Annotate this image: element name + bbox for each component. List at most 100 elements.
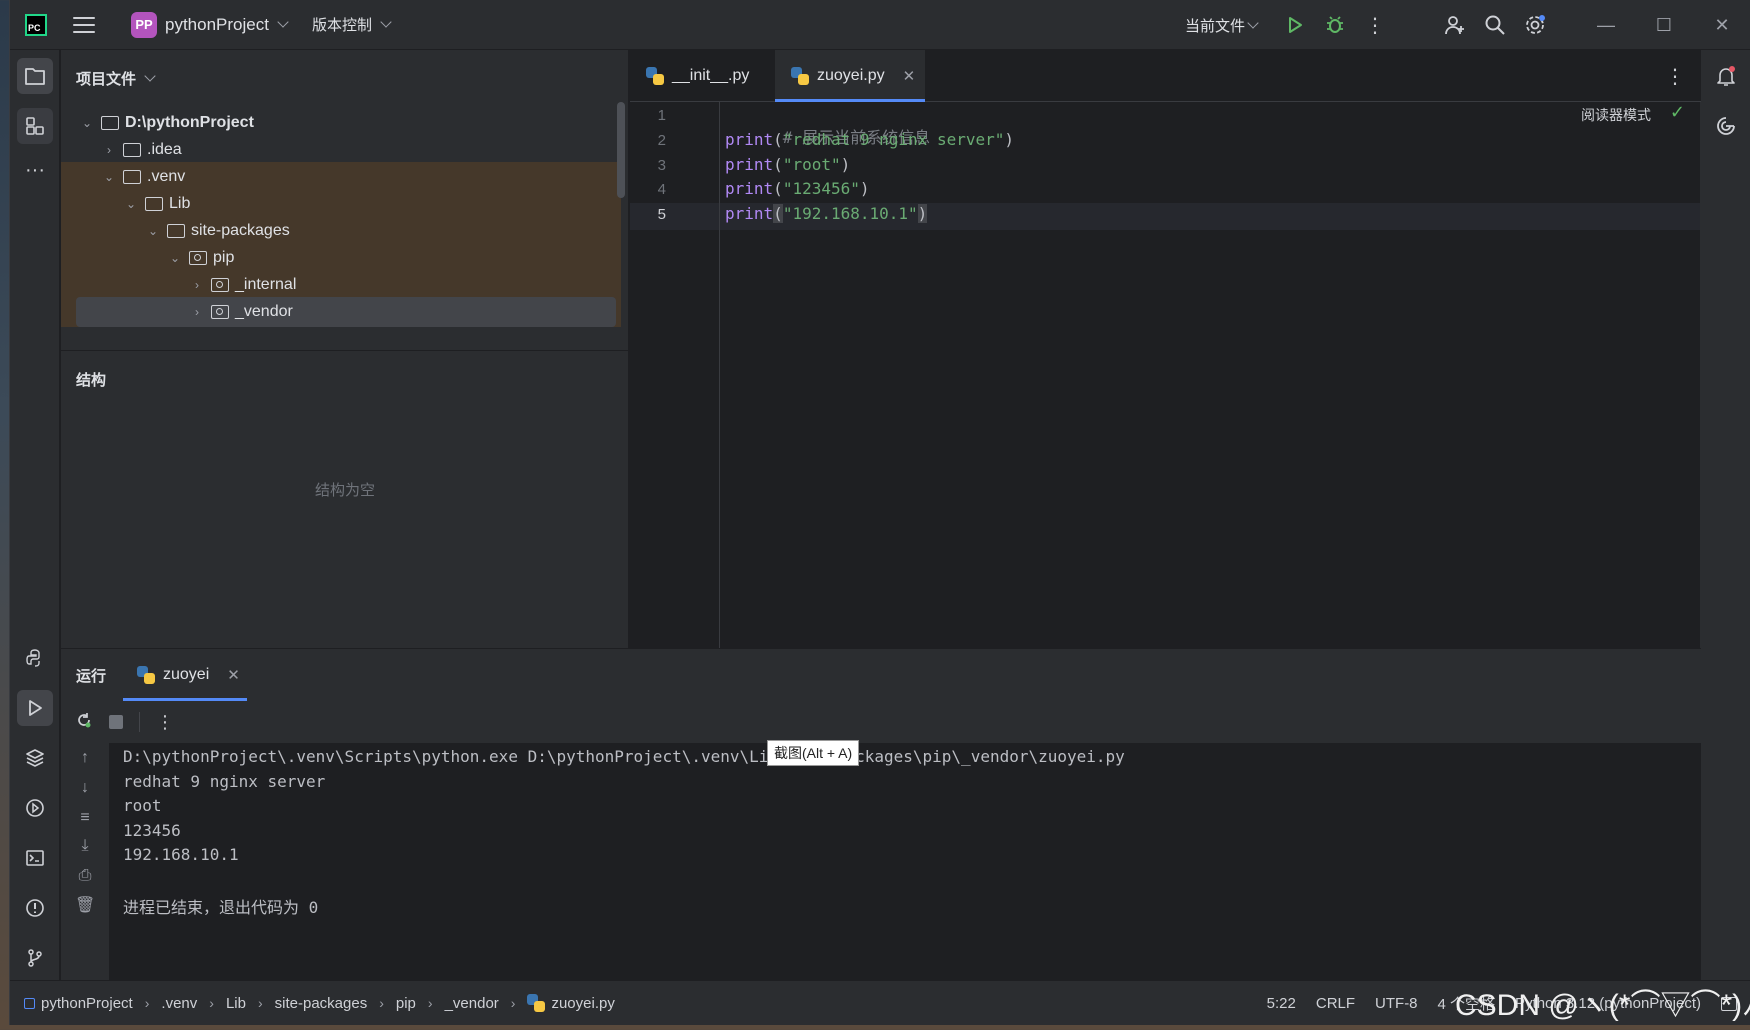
code-line[interactable]: print("root") bbox=[725, 155, 850, 174]
run-icon[interactable] bbox=[1275, 5, 1315, 45]
code-string: "123456" bbox=[782, 179, 860, 198]
chevron-down-icon[interactable]: ⌄ bbox=[101, 170, 117, 184]
breadcrumb-item[interactable]: zuoyei.py bbox=[551, 995, 614, 1012]
editor-scrollbar[interactable] bbox=[1700, 102, 1701, 648]
line-ending[interactable]: CRLF bbox=[1316, 995, 1355, 1012]
structure-panel: 结构 结构为空 bbox=[61, 350, 629, 648]
chevron-right-icon[interactable]: › bbox=[189, 305, 205, 319]
line-number: 3 bbox=[657, 157, 666, 174]
editor-options-icon[interactable]: ⋮ bbox=[1665, 64, 1685, 89]
tab-zuoyei-py[interactable]: zuoyei.py ✕ bbox=[775, 50, 925, 102]
tree-item-site-packages[interactable]: ⌄ site-packages bbox=[61, 216, 621, 246]
project-selector[interactable]: pythonProject bbox=[165, 15, 269, 35]
chevron-down-icon[interactable] bbox=[380, 16, 392, 28]
run-toolbar: ⋮ bbox=[61, 701, 1701, 743]
structure-panel-title: 结构 bbox=[76, 372, 107, 389]
more-actions-icon[interactable]: ⋮ bbox=[1355, 5, 1395, 45]
close-window-button[interactable]: ✕ bbox=[1693, 0, 1750, 50]
soft-wrap-icon[interactable]: ≡ bbox=[75, 809, 95, 827]
run-tab-zuoyei[interactable]: zuoyei ✕ bbox=[123, 649, 247, 701]
reader-mode-button[interactable]: 阅读器模式 bbox=[1581, 105, 1651, 125]
chevron-down-icon[interactable] bbox=[277, 16, 289, 28]
tree-item-vendor[interactable]: › _vendor bbox=[76, 297, 616, 327]
ai-assistant-icon[interactable] bbox=[1708, 108, 1744, 144]
package-folder-icon bbox=[211, 278, 229, 292]
chevron-down-icon[interactable]: ⌄ bbox=[123, 197, 139, 211]
project-scrollbar[interactable] bbox=[617, 102, 625, 198]
inspection-ok-icon[interactable]: ✓ bbox=[1670, 102, 1685, 123]
chevron-down-icon[interactable] bbox=[1247, 16, 1259, 29]
python-console-icon[interactable] bbox=[17, 640, 53, 676]
tree-item-label: pip bbox=[213, 249, 235, 266]
package-folder-icon bbox=[211, 305, 229, 319]
chevron-down-icon[interactable]: ⌄ bbox=[79, 116, 95, 130]
breadcrumb-item[interactable]: Lib bbox=[226, 995, 246, 1012]
project-badge[interactable]: PP bbox=[131, 11, 157, 38]
close-icon[interactable]: ✕ bbox=[903, 67, 916, 85]
editor: __init__.py zuoyei.py ✕ ⋮ 1 2 3 4 5 # 展示… bbox=[630, 50, 1701, 648]
tab-init-py[interactable]: __init__.py bbox=[630, 50, 770, 102]
run-tool-icon[interactable] bbox=[17, 690, 53, 726]
services-icon[interactable] bbox=[17, 790, 53, 826]
close-icon[interactable]: ✕ bbox=[227, 666, 240, 684]
minimize-button[interactable]: — bbox=[1577, 0, 1635, 50]
chevron-down-icon[interactable] bbox=[144, 70, 156, 82]
search-icon[interactable] bbox=[1475, 5, 1515, 45]
main-menu-icon[interactable] bbox=[73, 16, 95, 33]
project-panel: 项目文件 ⌄ D:\pythonProject › .idea ⌄ .venv … bbox=[61, 50, 629, 350]
tree-item-internal[interactable]: › _internal bbox=[61, 270, 621, 300]
code-line[interactable]: print("123456") bbox=[725, 179, 870, 198]
chevron-right-icon[interactable]: › bbox=[101, 143, 117, 157]
chevron-right-icon: › bbox=[510, 995, 516, 1011]
project-panel-title[interactable]: 项目文件 bbox=[76, 68, 156, 89]
run-side-toolbar: ↑ ↓ ≡ ⤓ ⎙ 🗑 bbox=[61, 743, 109, 981]
code-line[interactable]: print("192.168.10.1") bbox=[725, 204, 928, 223]
breadcrumb-item[interactable]: site-packages bbox=[275, 995, 368, 1012]
code-function: print bbox=[725, 204, 774, 223]
code-line[interactable]: print("redhat 9 nginx server") bbox=[725, 130, 1014, 149]
breadcrumb-item[interactable]: .venv bbox=[161, 995, 197, 1012]
debug-icon[interactable] bbox=[1315, 5, 1355, 45]
maximize-button[interactable]: ☐ bbox=[1635, 0, 1693, 50]
arrow-down-icon[interactable]: ↓ bbox=[75, 779, 95, 797]
chevron-right-icon[interactable]: › bbox=[189, 278, 205, 292]
git-branch-icon[interactable] bbox=[17, 940, 53, 976]
breadcrumb-item[interactable]: _vendor bbox=[445, 995, 499, 1012]
breadcrumb-item[interactable]: pythonProject bbox=[41, 995, 133, 1012]
run-options-icon[interactable]: ⋮ bbox=[156, 712, 174, 733]
rerun-icon[interactable] bbox=[75, 711, 93, 734]
tree-item-venv[interactable]: ⌄ .venv bbox=[61, 162, 621, 192]
trash-icon[interactable]: 🗑 bbox=[75, 895, 95, 915]
project-folder-icon[interactable] bbox=[17, 58, 53, 94]
scroll-to-end-icon[interactable]: ⤓ bbox=[75, 837, 95, 855]
chevron-right-icon: › bbox=[379, 995, 384, 1011]
tree-item-root[interactable]: ⌄ D:\pythonProject bbox=[61, 108, 621, 138]
vcs-menu[interactable]: 版本控制 bbox=[312, 14, 372, 35]
breadcrumb-item[interactable]: pip bbox=[396, 995, 416, 1012]
chevron-right-icon: › bbox=[209, 995, 214, 1011]
more-tools-icon[interactable]: ··· bbox=[17, 152, 53, 188]
run-config-selector[interactable]: 当前文件 bbox=[1185, 15, 1245, 36]
file-encoding[interactable]: UTF-8 bbox=[1375, 995, 1418, 1012]
console-line: redhat 9 nginx server bbox=[123, 772, 326, 791]
chevron-down-icon[interactable]: ⌄ bbox=[167, 251, 183, 265]
console-output[interactable]: D:\pythonProject\.venv\Scripts\python.ex… bbox=[109, 743, 1701, 981]
tree-item-pip[interactable]: ⌄ pip bbox=[61, 243, 621, 273]
chevron-down-icon[interactable]: ⌄ bbox=[145, 224, 161, 238]
add-user-icon[interactable] bbox=[1435, 5, 1475, 45]
arrow-up-icon[interactable]: ↑ bbox=[75, 749, 95, 767]
title-bar: PC PP pythonProject 版本控制 当前文件 ⋮ — ☐ ✕ bbox=[10, 0, 1750, 50]
console-line: root bbox=[123, 796, 162, 815]
problems-icon[interactable] bbox=[17, 890, 53, 926]
terminal-icon[interactable] bbox=[17, 840, 53, 876]
stop-icon[interactable] bbox=[109, 715, 123, 729]
layers-icon[interactable] bbox=[17, 740, 53, 776]
settings-gear-icon[interactable] bbox=[1515, 5, 1555, 45]
notifications-bell-icon[interactable] bbox=[1708, 58, 1744, 94]
print-icon[interactable]: ⎙ bbox=[75, 867, 95, 885]
right-tool-strip bbox=[1700, 50, 1750, 980]
caret-position[interactable]: 5:22 bbox=[1267, 995, 1296, 1012]
tree-item-idea[interactable]: › .idea bbox=[61, 135, 621, 165]
structure-icon[interactable] bbox=[17, 108, 53, 144]
tree-item-lib[interactable]: ⌄ Lib bbox=[61, 189, 621, 219]
